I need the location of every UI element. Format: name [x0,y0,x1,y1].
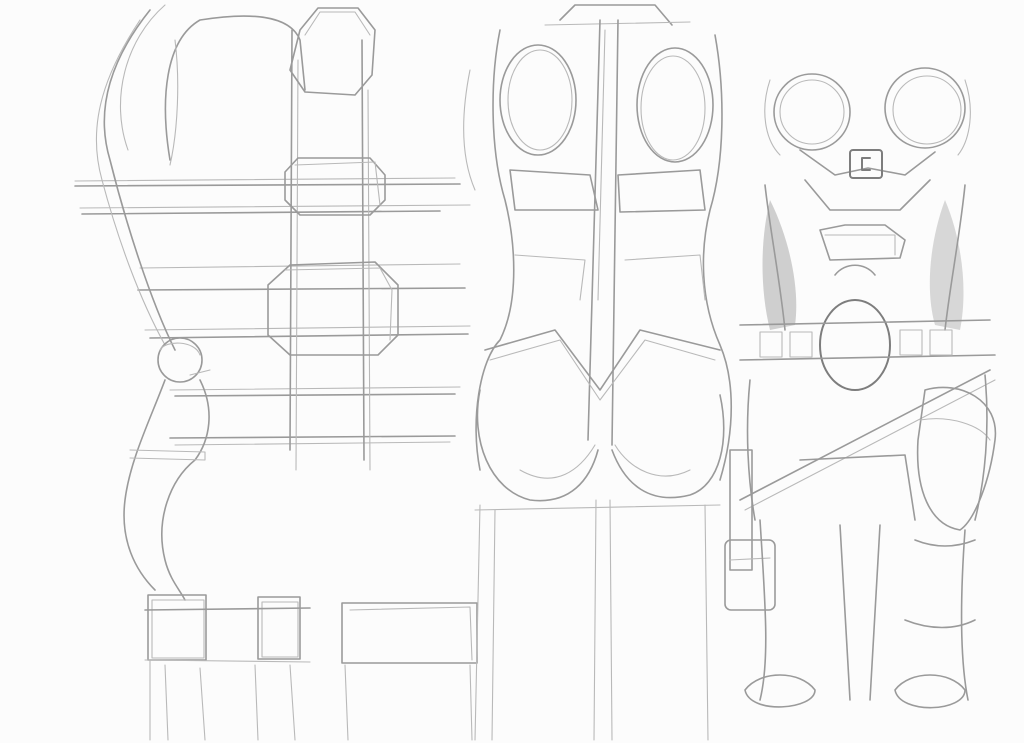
sketch-sheet [0,0,1024,743]
construction-grid-sketch [74,4,478,741]
pencil-drawing [74,4,997,741]
torso-back-sketch [463,4,733,741]
armored-torso-sketch [724,67,997,709]
